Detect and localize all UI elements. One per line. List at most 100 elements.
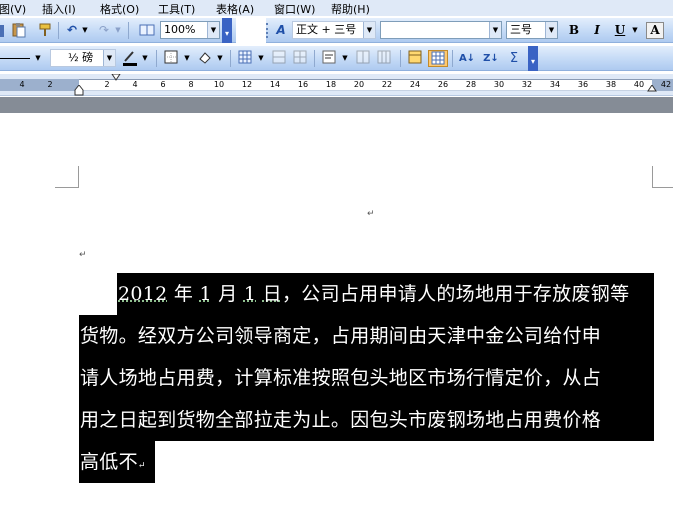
line-style-dropdown-icon[interactable]: ▼ — [33, 50, 43, 67]
line-weight-combo[interactable]: ½ 磅 ▼ — [50, 49, 116, 67]
style-value: 正文 + 三号 — [296, 23, 357, 36]
hanging-indent-marker[interactable] — [74, 85, 84, 96]
date-day: 1 — [243, 283, 257, 305]
separator — [58, 22, 59, 39]
autosum-icon[interactable]: Σ — [505, 50, 523, 67]
menu-table[interactable]: 表格(A) — [216, 1, 254, 17]
menu-help[interactable]: 帮助(H) — [331, 1, 370, 17]
font-combo[interactable]: ▼ — [380, 21, 502, 39]
paragraph-mark: ↵ — [137, 461, 146, 471]
align-icon[interactable] — [320, 50, 338, 67]
line-weight-value: ½ 磅 — [68, 51, 94, 64]
distribute-rows-icon[interactable] — [354, 50, 372, 67]
text-line-3: 请人场地占用费，计算标准按照包头地区市场行情定价，从占 — [79, 357, 654, 399]
paragraph-mark: ↵ — [367, 209, 375, 219]
ruler-label: 40 — [633, 80, 645, 89]
menu-format[interactable]: 格式(O) — [100, 1, 139, 17]
chevron-down-icon[interactable]: ▼ — [545, 22, 557, 38]
horizontal-ruler[interactable]: 4 2 2 4 6 8 10 12 14 16 18 20 22 24 26 2… — [0, 74, 673, 96]
shading-color-icon[interactable] — [196, 50, 214, 67]
insert-table-icon[interactable] — [236, 50, 254, 67]
tables-borders-toolbar: ▼ ½ 磅 ▼ ▼ ▼ ▼ ▼ ▼ A↓ Z↓ Σ ▾ — [0, 46, 673, 71]
date-year: 2012 — [118, 283, 168, 305]
sort-ascending-icon[interactable]: A↓ — [458, 50, 476, 67]
borders-dropdown-icon[interactable]: ▼ — [182, 50, 192, 67]
separator — [400, 50, 401, 67]
ruler-label: 16 — [297, 80, 309, 89]
menu-bar: 图(V) 插入(I) 格式(O) 工具(T) 表格(A) 窗口(W) 帮助(H) — [0, 0, 673, 16]
text-line-5: 高低不↵ — [79, 441, 155, 483]
table-autoformat-icon[interactable] — [406, 50, 424, 67]
undo-dropdown-icon[interactable]: ▼ — [80, 22, 90, 39]
paste-icon[interactable] — [10, 22, 28, 39]
underline-dropdown-icon[interactable]: ▼ — [630, 22, 640, 39]
menu-tools[interactable]: 工具(T) — [158, 1, 195, 17]
show-gridlines-icon[interactable] — [428, 50, 448, 67]
menu-window[interactable]: 窗口(W) — [274, 1, 315, 17]
redo-dropdown-icon[interactable]: ▼ — [113, 22, 123, 39]
text-line-1: 2012 年 1 月 1 日，公司占用申请人的场地用于存放废钢等 — [117, 273, 654, 315]
separator — [230, 50, 231, 67]
shading-dropdown-icon[interactable]: ▼ — [215, 50, 225, 67]
split-cells-icon[interactable] — [291, 50, 309, 67]
chevron-down-icon[interactable]: ▼ — [103, 50, 115, 66]
ruler-label: 14 — [269, 80, 281, 89]
underline-button[interactable]: U — [612, 22, 628, 39]
ruler-label: 18 — [325, 80, 337, 89]
insert-table-dropdown-icon[interactable]: ▼ — [256, 50, 266, 67]
style-combo[interactable]: 正文 + 三号 ▼ — [292, 21, 376, 39]
ruler-label: 22 — [381, 80, 393, 89]
styles-pane-icon[interactable]: A — [273, 22, 289, 39]
sort-descending-icon[interactable]: Z↓ — [482, 50, 500, 67]
format-painter-icon[interactable] — [36, 22, 54, 39]
chevron-down-icon[interactable]: ▼ — [489, 22, 501, 38]
text-line-2: 货物。经双方公司领导商定，占用期间由天津中金公司给付申 — [79, 315, 654, 357]
merge-cells-icon[interactable] — [270, 50, 288, 67]
date-month: 1 — [199, 283, 212, 305]
ruler-label: 28 — [465, 80, 477, 89]
ruler-label: 36 — [577, 80, 589, 89]
right-indent-marker[interactable] — [647, 85, 657, 93]
text-segment: 年 — [167, 283, 200, 305]
separator — [314, 50, 315, 67]
text-segment: 月 — [211, 283, 244, 305]
chevron-down-icon[interactable]: ▼ — [363, 22, 375, 38]
italic-button[interactable]: I — [589, 22, 605, 39]
text-segment: 高低不 — [80, 451, 138, 473]
toolbar-grip[interactable] — [266, 23, 269, 38]
ruler-label: 4 — [19, 80, 25, 89]
separator — [128, 22, 129, 39]
menu-view[interactable]: 图(V) — [0, 1, 26, 17]
align-dropdown-icon[interactable]: ▼ — [340, 50, 350, 67]
border-color-dropdown-icon[interactable]: ▼ — [140, 50, 150, 67]
print-preview-icon[interactable] — [0, 25, 4, 37]
ruler-label: 20 — [353, 80, 365, 89]
ruler-label: 8 — [188, 80, 194, 89]
chevron-down-icon[interactable]: ▼ — [207, 22, 219, 38]
font-size-value: 三号 — [510, 23, 532, 36]
ruler-label: 32 — [521, 80, 533, 89]
menu-insert[interactable]: 插入(I) — [42, 1, 76, 17]
zoom-combo[interactable]: 100% ▼ — [160, 21, 220, 39]
reading-layout-icon[interactable] — [138, 22, 156, 39]
date-day-char: 日 — [262, 283, 282, 305]
ruler-label: 4 — [132, 80, 138, 89]
standard-toolbar: ↶ ▼ ↷ ▼ 100% ▼ ▾ A 正文 + 三号 ▼ ▼ 三号 ▼ B I … — [0, 18, 673, 43]
toolbar-options-icon[interactable]: ▾ — [528, 46, 538, 71]
redo-icon[interactable]: ↷ — [96, 22, 112, 39]
character-border-button[interactable]: A — [646, 22, 664, 39]
borders-icon[interactable] — [162, 50, 180, 67]
distribute-columns-icon[interactable] — [375, 50, 393, 67]
font-size-combo[interactable]: 三号 ▼ — [506, 21, 558, 39]
toolbar-options-icon[interactable]: ▾ — [222, 18, 232, 43]
ruler-label: 34 — [549, 80, 561, 89]
bold-button[interactable]: B — [566, 22, 582, 39]
undo-icon[interactable]: ↶ — [64, 22, 80, 39]
text-line-4: 用之日起到货物全部拉走为止。因包头市废钢场地占用费价格 — [79, 399, 654, 441]
line-style-preview — [0, 58, 30, 59]
separator — [156, 50, 157, 67]
ruler-label: 30 — [493, 80, 505, 89]
border-color-icon[interactable] — [121, 50, 139, 67]
first-line-indent-marker[interactable] — [111, 74, 121, 81]
margin-corner-right — [652, 166, 673, 188]
